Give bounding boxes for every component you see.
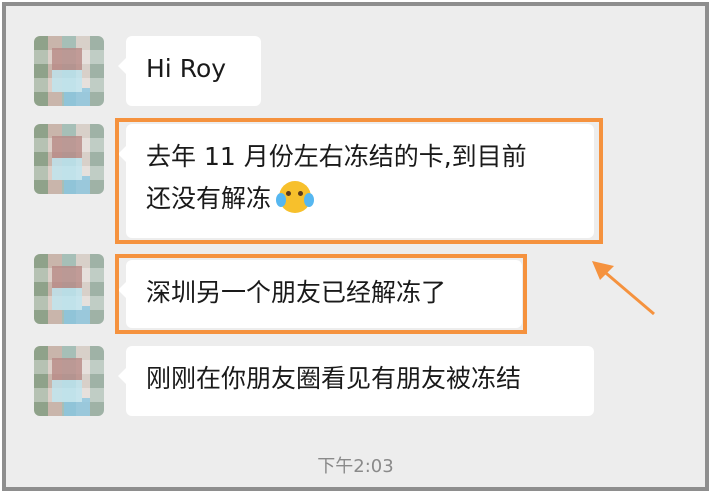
avatar[interactable] — [34, 124, 104, 194]
chat-window: Hi Roy 去年 11 月份左右冻结的卡,到目前 还没有解冻 深圳另一个朋友已… — [2, 2, 709, 491]
avatar[interactable] — [34, 346, 104, 416]
timestamp: 下午2:03 — [317, 456, 394, 477]
highlight-box — [115, 118, 603, 244]
annotation-arrow-icon — [592, 261, 655, 316]
message-bubble[interactable]: 刚刚在你朋友圈看见有朋友被冻结 — [118, 346, 594, 416]
message-bubble[interactable]: Hi Roy — [118, 36, 261, 106]
message-text: Hi Roy — [146, 54, 227, 83]
message-text: 刚刚在你朋友圈看见有朋友被冻结 — [146, 364, 522, 393]
avatar[interactable] — [34, 36, 104, 106]
highlight-box — [115, 254, 527, 334]
avatar[interactable] — [34, 254, 104, 324]
